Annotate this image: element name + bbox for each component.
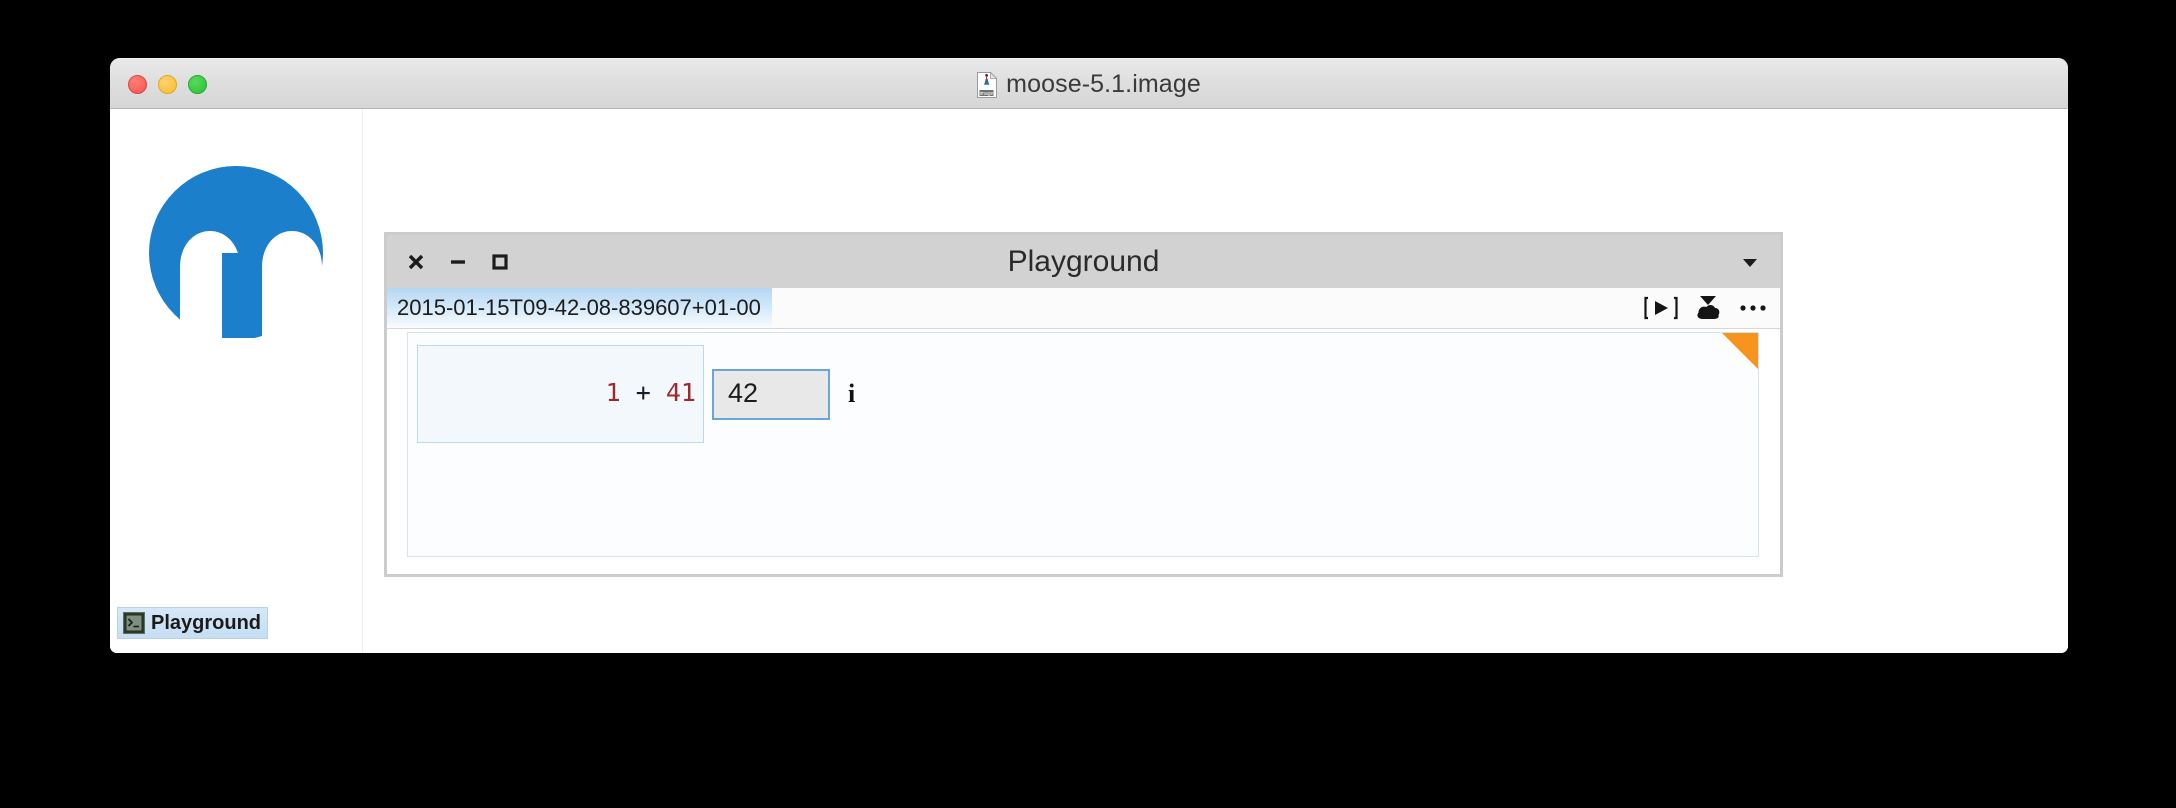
do-it-play-icon[interactable] — [1644, 291, 1678, 325]
playground-titlebar: Playground — [387, 235, 1780, 288]
playground-toolbar — [1644, 288, 1770, 328]
application-window: image moose-5.1.image Playground 2015-01… — [110, 58, 2068, 653]
taskbar-item-playground[interactable]: Playground — [117, 607, 269, 639]
window-title-group: image moose-5.1.image — [110, 59, 2068, 110]
code-token-1: + — [620, 377, 666, 407]
code-token-2: 41 — [665, 377, 696, 407]
tab-playground-snippet[interactable]: 2015-01-15T09-42-08-839607+01-00 — [387, 288, 772, 328]
code-token-0: 1 — [605, 377, 621, 407]
code-row: 1 + 41 42 i — [408, 333, 1758, 444]
terminal-icon — [123, 612, 145, 634]
window-title: moose-5.1.image — [1006, 70, 1201, 98]
playground-window: Playground 2015-01-15T09-42-08-839607+01… — [384, 232, 1783, 577]
evaluation-result-box[interactable]: 42 — [711, 368, 830, 420]
publish-cloud-icon[interactable] — [1693, 291, 1723, 325]
moose-logo — [136, 163, 336, 340]
window-body: Playground 2015-01-15T09-42-08-839607+01… — [110, 109, 2068, 653]
playground-code-pane[interactable]: 1 + 41 42 i — [407, 332, 1759, 557]
svg-text:image: image — [980, 91, 994, 97]
image-document-icon: image — [977, 71, 998, 98]
code-snippet-selection[interactable]: 1 + 41 — [417, 345, 704, 444]
tab-label: 2015-01-15T09-42-08-839607+01-00 — [397, 295, 761, 320]
more-options-icon[interactable] — [1738, 291, 1770, 325]
playground-menu-chevron-icon[interactable] — [1738, 235, 1762, 288]
taskbar-item-label: Playground — [151, 611, 262, 634]
playground-title: Playground — [1007, 244, 1160, 278]
window-titlebar: image moose-5.1.image — [110, 58, 2068, 109]
info-icon[interactable]: i — [848, 379, 855, 409]
playground-tabstrip: 2015-01-15T09-42-08-839607+01-00 — [387, 288, 1780, 329]
pane-divider — [362, 109, 363, 653]
